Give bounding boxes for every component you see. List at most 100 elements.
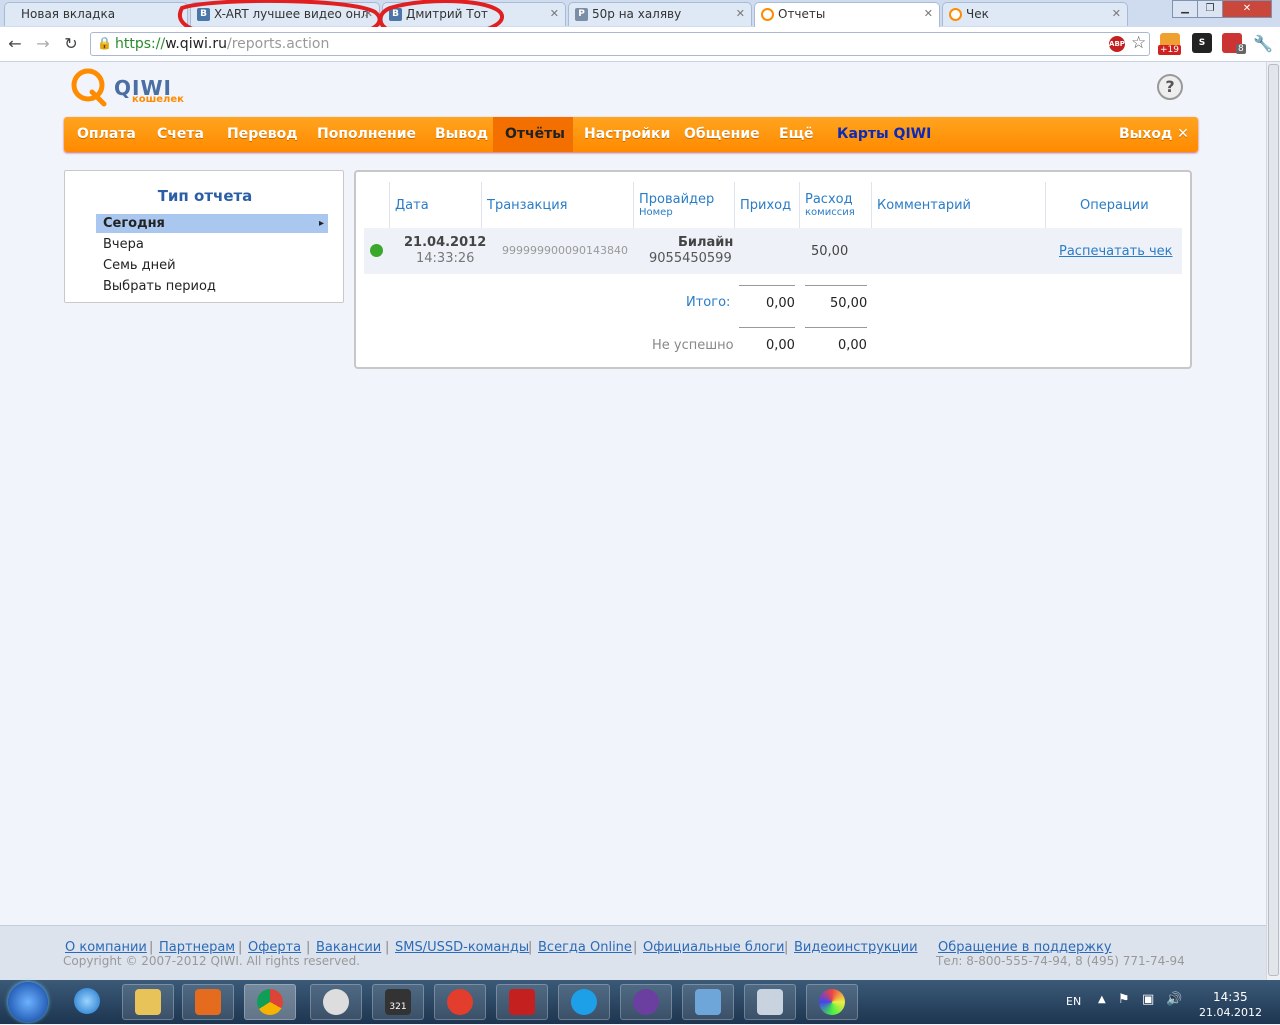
failed-expense: 0,00 [838, 338, 867, 353]
menu-item-topup[interactable]: Пополнение [305, 117, 428, 152]
footer-link-vacancies[interactable]: Вакансии [316, 940, 381, 955]
minimize-button[interactable]: ▁ [1172, 0, 1198, 18]
footer-separator: | [306, 940, 311, 955]
star-icon[interactable]: ☆ [1131, 33, 1146, 53]
tab-close-icon[interactable]: ✕ [924, 3, 933, 25]
start-button[interactable] [8, 982, 48, 1022]
expense-sub-label: комиссия [805, 207, 855, 218]
footer-link-support[interactable]: Обращение в поддержку [938, 940, 1112, 955]
disc-burner-icon[interactable] [434, 984, 486, 1020]
clock-date[interactable]: 21.04.2012 [1199, 1006, 1262, 1019]
windows-taskbar: 321 EN ▲ ⚑ ▣ 🔊 14:35 21.04.2012 [0, 980, 1280, 1024]
tab-close-icon[interactable]: ✕ [1112, 3, 1121, 25]
footer-link-about[interactable]: О компании [65, 940, 147, 955]
clock-time[interactable]: 14:35 [1213, 990, 1248, 1004]
close-window-button[interactable]: ✕ [1222, 0, 1272, 18]
acrobat-icon[interactable] [496, 984, 548, 1020]
reload-icon[interactable]: ↻ [60, 33, 82, 55]
failed-income: 0,00 [766, 338, 795, 353]
print-receipt-link[interactable]: Распечатать чек [1059, 244, 1173, 259]
sidebar-item-yesterday[interactable]: Вчера [96, 235, 328, 254]
footer-link-sms[interactable]: SMS/USSD-команды [395, 940, 529, 955]
menu-item-payment[interactable]: Оплата [65, 117, 148, 152]
picture-viewer-icon[interactable] [682, 984, 734, 1020]
tab-reports[interactable]: Отчеты ✕ [754, 2, 940, 28]
maximize-button[interactable]: ❐ [1197, 0, 1223, 18]
ie-icon[interactable] [62, 984, 114, 1020]
row-transaction: 999999900090143840 [502, 244, 628, 257]
sidebar-item-choose-period[interactable]: Выбрать период [96, 277, 328, 296]
total-divider [805, 327, 867, 328]
column-header-expense[interactable]: Расход комиссия [805, 192, 855, 218]
column-header-date[interactable]: Дата [395, 198, 429, 214]
back-icon[interactable]: ← [4, 33, 26, 55]
adblock-icon[interactable]: ABP [1109, 36, 1125, 52]
help-button[interactable]: ? [1157, 74, 1183, 100]
column-header-comment[interactable]: Комментарий [877, 198, 971, 214]
menu-item-qiwi-cards[interactable]: Карты QIWI [825, 117, 943, 152]
mpc-badge: 321 [385, 989, 411, 1015]
show-hidden-icons[interactable]: ▲ [1098, 994, 1106, 1005]
footer-separator: | [238, 940, 243, 955]
sidebar-item-seven-days[interactable]: Семь дней [96, 256, 328, 275]
menu-item-transfer[interactable]: Перевод [215, 117, 310, 152]
tab-new[interactable]: Новая вкладка [4, 2, 188, 26]
footer-link-online[interactable]: Всегда Online [538, 940, 632, 955]
network-icon[interactable]: ▣ [1142, 992, 1154, 1007]
tab-close-icon[interactable]: ✕ [550, 3, 559, 25]
footer-link-partners[interactable]: Партнерам [159, 940, 235, 955]
footer-link-videos[interactable]: Видеоинструкции [794, 940, 918, 955]
total-divider [739, 285, 795, 286]
wrench-icon[interactable]: 🔧 [1252, 33, 1274, 55]
copyright: Copyright © 2007-2012 QIWI. All rights r… [63, 954, 360, 968]
provider-sub-label: Номер [639, 207, 673, 218]
qiwi-logo-icon [71, 68, 107, 107]
menu-item-invoices[interactable]: Счета [145, 117, 216, 152]
column-header-transaction[interactable]: Транзакция [487, 198, 568, 214]
url-host: w.qiwi.ru [165, 36, 227, 52]
bittorrent-icon[interactable] [620, 984, 672, 1020]
column-header-income[interactable]: Приход [740, 198, 791, 214]
row-provider: Билайн [678, 235, 734, 250]
footer-separator: | [149, 940, 154, 955]
explorer-icon[interactable] [122, 984, 174, 1020]
qiwi-logo[interactable]: QIWI кошелек [70, 68, 190, 108]
paint-icon[interactable] [806, 984, 858, 1020]
address-bar[interactable]: 🔒 https://w.qiwi.ru/reports.action ABP ☆ [90, 32, 1150, 56]
lock-icon: 🔒 [97, 36, 112, 50]
s-extension-icon[interactable]: S [1192, 33, 1212, 53]
menu-item-withdraw[interactable]: Вывод [423, 117, 500, 152]
logout-button[interactable]: Выход ✕ [1107, 117, 1201, 152]
menu-item-reports[interactable]: Отчёты [493, 117, 573, 152]
flag-icon[interactable]: ⚑ [1118, 992, 1130, 1007]
sidebar-item-today[interactable]: Сегодня [96, 214, 328, 233]
forward-icon[interactable]: → [32, 33, 54, 55]
footer-link-blogs[interactable]: Официальные блоги [643, 940, 784, 955]
volume-icon[interactable]: 🔊 [1166, 992, 1182, 1007]
column-header-provider[interactable]: Провайдер Номер [639, 192, 714, 218]
url-text: https://w.qiwi.ru/reports.action [115, 35, 329, 53]
media-player-classic-icon[interactable]: 321 [372, 984, 424, 1020]
table-row: 21.04.2012 14:33:26 999999900090143840 Б… [364, 228, 1182, 274]
skype-icon[interactable] [558, 984, 610, 1020]
report-type-panel: Тип отчета Сегодня Вчера Семь дней Выбра… [64, 170, 344, 303]
row-time: 14:33:26 [416, 251, 475, 266]
logout-label: Выход [1119, 126, 1173, 142]
menu-item-more[interactable]: Ещё [767, 117, 826, 152]
sidebar-title: Тип отчета [157, 187, 253, 205]
tab-close-icon[interactable]: ✕ [736, 3, 745, 25]
menu-item-settings[interactable]: Настройки [572, 117, 682, 152]
calculator-icon[interactable] [744, 984, 796, 1020]
tab-receipt[interactable]: Чек ✕ [942, 2, 1128, 26]
tab-50r[interactable]: P 50р на халяву ✕ [568, 2, 752, 26]
foobar-icon[interactable] [310, 984, 362, 1020]
language-indicator[interactable]: EN [1066, 995, 1081, 1008]
chrome-icon[interactable] [244, 984, 296, 1020]
menu-item-communication[interactable]: Общение [672, 117, 772, 152]
total-divider [805, 285, 867, 286]
media-player-icon[interactable] [182, 984, 234, 1020]
row-expense: 50,00 [811, 244, 849, 259]
page-scrollbar[interactable] [1266, 62, 1280, 980]
footer-link-offer[interactable]: Оферта [248, 940, 301, 955]
scrollbar-thumb[interactable] [1268, 64, 1279, 976]
